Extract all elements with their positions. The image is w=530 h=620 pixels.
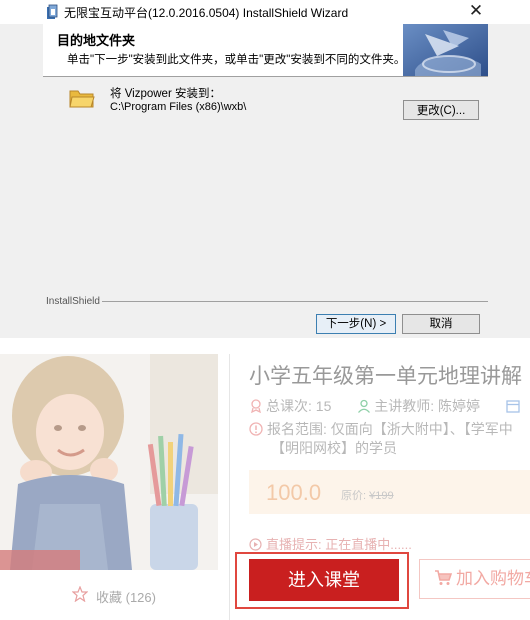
window-title: 无限宝互动平台(12.0.2016.0504) InstallShield Wi…: [64, 6, 349, 20]
teacher-item: 主讲教师: 陈婷婷: [357, 396, 480, 416]
title-bar: 无限宝互动平台(12.0.2016.0504) InstallShield Wi…: [0, 0, 530, 24]
close-button[interactable]: ✕: [462, 0, 490, 24]
original-price-label: 原价:: [341, 490, 367, 502]
current-price: 100.0: [266, 480, 322, 505]
destination-path: C:\Program Files (x86)\wxb\: [110, 101, 247, 113]
course-cover-photo[interactable]: [0, 354, 218, 570]
teacher-name: 主讲教师: 陈婷婷: [374, 398, 481, 414]
price-box: 100.0 原价: ¥199: [249, 470, 530, 514]
installer-app-icon: [47, 4, 58, 19]
enroll-scope-line-1: 报名范围: 仅面向【浙大附中】、【学军中: [267, 421, 513, 437]
course-card: 收藏 (126) 小学五年级第一单元地理讲解 总课次: 15 主讲教师: 陈婷婷: [0, 344, 530, 620]
next-button[interactable]: 下一步(N) >: [316, 314, 396, 334]
calendar-icon: [251, 399, 261, 413]
original-price: ¥199: [369, 490, 394, 502]
banner-heading: 目的地文件夹: [57, 33, 136, 48]
person-icon: [358, 399, 371, 413]
live-notice: 直播提示: 正在直播中......: [249, 534, 412, 553]
add-to-cart-button[interactable]: 加入购物车: [419, 559, 530, 599]
play-circle-icon: [249, 538, 262, 551]
installshield-brand-label: InstallShield: [46, 296, 100, 307]
installer-window: 无限宝互动平台(12.0.2016.0504) InstallShield Wi…: [0, 0, 530, 338]
original-price-row: 原价: ¥199: [341, 487, 394, 503]
footer-divider: [102, 301, 488, 302]
lesson-count: 总课次: 15: [266, 398, 332, 414]
card-divider: [229, 354, 230, 620]
calendar-icon: [506, 400, 520, 413]
cart-icon: [435, 570, 452, 585]
course-meta: 总课次: 15 主讲教师: 陈婷婷: [249, 396, 530, 416]
installshield-logo-graphic: [403, 24, 488, 76]
enroll-scope-line-2: 【明阳网校】的学员: [271, 440, 397, 456]
wizard-content: 将 Vizpower 安装到： C:\Program Files (x86)\w…: [43, 77, 488, 291]
change-button[interactable]: 更改(C)...: [403, 100, 479, 120]
schedule-item: [506, 398, 523, 414]
course-title: 小学五年级第一单元地理讲解: [249, 365, 522, 388]
add-to-cart-label: 加入购物车: [456, 569, 530, 588]
enter-classroom-button[interactable]: 进入课堂: [249, 559, 399, 601]
wizard-banner: 目的地文件夹 单击"下一步"安装到此文件夹，或单击"更改"安装到不同的文件夹。: [43, 24, 488, 77]
folder-icon: [69, 90, 95, 108]
banner-description: 单击"下一步"安装到此文件夹，或单击"更改"安装到不同的文件夹。: [67, 54, 406, 66]
live-notice-text: 直播提示: 正在直播中......: [266, 537, 412, 552]
favorite-label[interactable]: 收藏 (126): [96, 587, 156, 606]
cancel-button[interactable]: 取消: [402, 314, 480, 334]
info-icon: [249, 422, 263, 436]
enroll-scope: 报名范围: 仅面向【浙大附中】、【学军中 【明阳网校】的学员: [249, 420, 513, 458]
star-icon[interactable]: [72, 586, 88, 602]
lesson-count-item: 总课次: 15: [249, 396, 331, 416]
destination-label: 将 Vizpower 安装到：: [110, 88, 221, 100]
